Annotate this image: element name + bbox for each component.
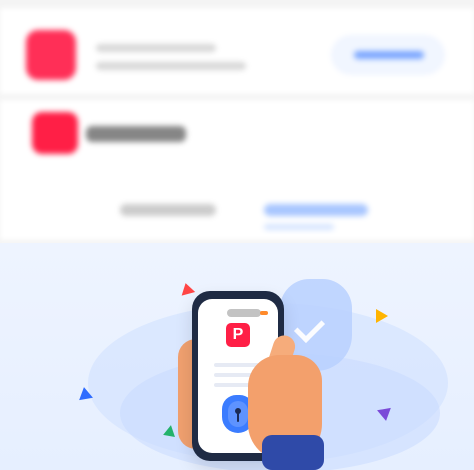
screen-line [214, 373, 254, 377]
app-icon [26, 30, 76, 80]
phone-notch [227, 309, 261, 317]
blurred-brand-text [86, 126, 186, 142]
placeholder-text-bar [96, 44, 216, 52]
blurred-paypay-card [0, 100, 474, 240]
triangle-purple-icon [377, 407, 393, 423]
blurred-action-button[interactable] [332, 36, 444, 74]
paypay-app-icon [32, 112, 78, 154]
security-illustration: P [0, 243, 474, 470]
triangle-blue-icon [77, 385, 93, 401]
top-blurred-section [0, 0, 474, 243]
placeholder-text-bar [96, 62, 246, 70]
paypay-logo-icon: P [226, 323, 250, 347]
blurred-button-label [354, 51, 424, 59]
sleeve [262, 435, 324, 470]
blurred-link-text-gray [120, 204, 216, 216]
blurred-app-card [0, 8, 474, 94]
triangle-yellow-icon [376, 309, 388, 323]
triangle-red-icon [178, 281, 196, 296]
triangle-green-icon [163, 424, 177, 437]
lock-keyhole-stem [237, 413, 239, 422]
status-indicator [260, 311, 268, 315]
app-screen: P [0, 0, 474, 470]
blurred-link-text-blue[interactable] [264, 204, 368, 216]
blurred-link-underline [264, 224, 334, 230]
